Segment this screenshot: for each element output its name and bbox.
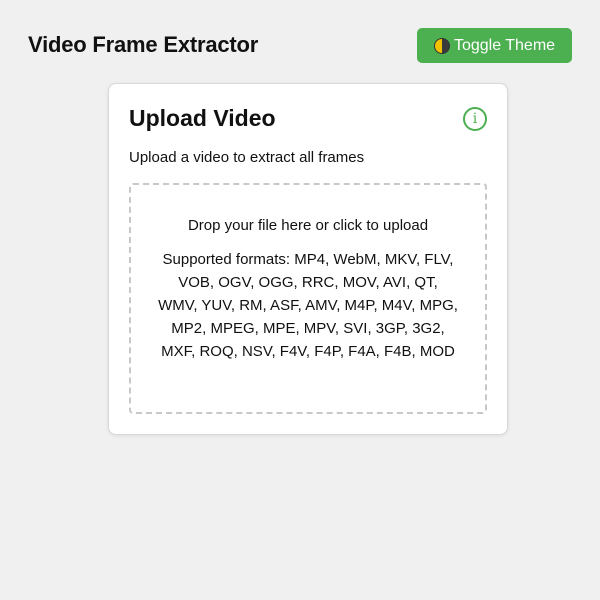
upload-card: Upload Video i Upload a video to extract… bbox=[108, 83, 508, 435]
page-title: Video Frame Extractor bbox=[28, 32, 259, 57]
card-title: Upload Video bbox=[129, 105, 276, 131]
supported-formats: Supported formats: MP4, WebM, MKV, FLV, … bbox=[158, 251, 458, 360]
toggle-theme-button[interactable]: Toggle Theme bbox=[417, 28, 572, 63]
toggle-theme-label: Toggle Theme bbox=[453, 36, 556, 54]
app-page: Video Frame Extractor Toggle Theme Uploa… bbox=[0, 0, 600, 600]
file-dropzone[interactable]: Drop your file here or click to upload S… bbox=[129, 183, 487, 414]
half-moon-icon bbox=[433, 37, 450, 54]
card-description: Upload a video to extract all frames bbox=[129, 149, 365, 166]
info-icon[interactable]: i bbox=[463, 107, 487, 131]
dropzone-prompt: Drop your file here or click to upload bbox=[187, 217, 429, 234]
